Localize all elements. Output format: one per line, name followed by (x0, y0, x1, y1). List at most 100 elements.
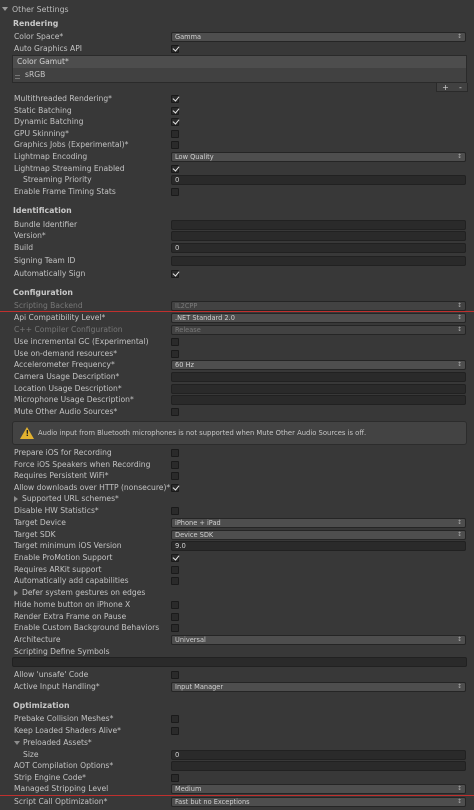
lightmap-encoding-dropdown[interactable]: Low Quality (171, 152, 466, 162)
streaming-priority-field[interactable]: 0 (171, 175, 466, 185)
drag-handle-icon[interactable] (15, 75, 20, 79)
extra-frame-row: Render Extra Frame on Pause (0, 611, 474, 623)
define-symbols-label: Scripting Define Symbols (14, 647, 110, 656)
allow-unsafe-checkbox[interactable] (171, 670, 179, 679)
mute-audio-row: Mute Other Audio Sources* (0, 406, 474, 418)
color-space-label: Color Space* (14, 32, 64, 41)
location-usage-field[interactable] (171, 384, 466, 394)
url-schemes-row[interactable]: Supported URL schemes* (0, 493, 474, 505)
dynamic-batching-label: Dynamic Batching (14, 117, 84, 126)
color-space-dropdown[interactable]: Gamma (171, 32, 466, 42)
frame-timing-checkbox[interactable] (171, 187, 179, 196)
mute-audio-checkbox[interactable] (171, 407, 179, 416)
aot-options-label: AOT Compilation Options* (14, 761, 114, 770)
gpu-skinning-checkbox[interactable] (171, 129, 179, 138)
api-compat-row: Api Compatibility Level* .NET Standard 2… (0, 312, 474, 324)
promotion-checkbox[interactable] (171, 553, 179, 562)
prebake-checkbox[interactable] (171, 714, 179, 723)
auto-graphics-api-checkbox[interactable] (171, 44, 179, 53)
mic-usage-label: Microphone Usage Description* (14, 395, 134, 404)
version-field[interactable] (171, 231, 466, 241)
accel-freq-row: Accelerometer Frequency* 60 Hz (0, 359, 474, 371)
incremental-gc-label: Use incremental GC (Experimental) (14, 337, 149, 346)
auto-caps-row: Automatically add capabilities (0, 575, 474, 587)
signing-team-field[interactable] (171, 256, 466, 266)
architecture-dropdown[interactable]: Universal (171, 635, 466, 645)
api-compat-dropdown[interactable]: .NET Standard 2.0 (171, 313, 466, 323)
persistent-wifi-checkbox[interactable] (171, 471, 179, 480)
disable-hw-stats-label: Disable HW Statistics* (14, 506, 99, 515)
arkit-label: Requires ARKit support (14, 565, 102, 574)
keep-shaders-label: Keep Loaded Shaders Alive* (14, 726, 121, 735)
url-schemes-foldout[interactable]: Supported URL schemes* (14, 493, 119, 505)
frame-timing-row: Enable Frame Timing Stats (0, 186, 474, 198)
warning-icon (20, 427, 34, 439)
target-device-dropdown[interactable]: iPhone + iPad (171, 518, 466, 528)
architecture-label: Architecture (14, 635, 61, 644)
gpu-skinning-label: GPU Skinning* (14, 129, 69, 138)
dynamic-batching-checkbox[interactable] (171, 117, 179, 126)
camera-usage-row: Camera Usage Description* (0, 371, 474, 383)
on-demand-row: Use on-demand resources* (0, 348, 474, 360)
strip-engine-checkbox[interactable] (171, 773, 179, 782)
static-batching-row: Static Batching (0, 105, 474, 117)
arkit-checkbox[interactable] (171, 565, 179, 574)
strip-engine-label: Strip Engine Code* (14, 773, 86, 782)
accel-freq-label: Accelerometer Frequency* (14, 360, 115, 369)
auto-caps-checkbox[interactable] (171, 576, 179, 585)
accel-freq-dropdown[interactable]: 60 Hz (171, 360, 466, 370)
defer-gestures-label: Defer system gestures on edges (22, 588, 146, 597)
on-demand-checkbox[interactable] (171, 349, 179, 358)
scripting-backend-row: Scripting Backend IL2CPP (0, 300, 474, 312)
extra-frame-checkbox[interactable] (171, 612, 179, 621)
multithreaded-label: Multithreaded Rendering* (14, 94, 112, 103)
keep-shaders-checkbox[interactable] (171, 726, 179, 735)
color-gamut-item[interactable]: sRGB (13, 68, 466, 82)
audio-warning-box: Audio input from Bluetooth microphones i… (12, 421, 467, 445)
signing-team-label: Signing Team ID (14, 256, 76, 265)
input-handling-dropdown[interactable]: Input Manager (171, 682, 466, 692)
graphics-jobs-checkbox[interactable] (171, 140, 179, 149)
static-batching-checkbox[interactable] (171, 106, 179, 115)
color-space-row: Color Space* Gamma (0, 31, 474, 43)
target-sdk-dropdown[interactable]: Device SDK (171, 530, 466, 540)
script-call-opt-dropdown[interactable]: Fast but no Exceptions (171, 797, 466, 807)
managed-stripping-dropdown[interactable]: Medium (171, 784, 466, 794)
force-speakers-row: Force iOS Speakers when Recording (0, 459, 474, 471)
incremental-gc-checkbox[interactable] (171, 337, 179, 346)
mic-usage-field[interactable] (171, 395, 466, 405)
rendering-header: Rendering (13, 19, 59, 28)
remove-button[interactable]: - (459, 83, 462, 92)
defer-gestures-row[interactable]: Defer system gestures on edges (0, 587, 474, 599)
lightmap-streaming-checkbox[interactable] (171, 164, 179, 173)
prepare-ios-checkbox[interactable] (171, 448, 179, 457)
disable-hw-stats-checkbox[interactable] (171, 506, 179, 515)
preloaded-assets-foldout[interactable]: Preloaded Assets* (14, 737, 92, 749)
defer-gestures-foldout[interactable]: Defer system gestures on edges (14, 587, 145, 599)
prebake-row: Prebake Collision Meshes* (0, 713, 474, 725)
hide-home-checkbox[interactable] (171, 600, 179, 609)
define-symbols-field[interactable] (12, 657, 467, 667)
preloaded-assets-row[interactable]: Preloaded Assets* (0, 737, 474, 749)
custom-bg-label: Enable Custom Background Behaviors (14, 623, 160, 632)
aot-options-field[interactable] (171, 761, 466, 771)
bundle-id-field[interactable] (171, 220, 466, 230)
force-speakers-checkbox[interactable] (171, 460, 179, 469)
custom-bg-checkbox[interactable] (171, 623, 179, 632)
target-min-ios-field[interactable]: 9.0 (171, 541, 466, 551)
extra-frame-label: Render Extra Frame on Pause (14, 612, 127, 621)
auto-sign-checkbox[interactable] (171, 269, 179, 278)
camera-usage-field[interactable] (171, 372, 466, 382)
build-row: Build 0 (0, 242, 474, 254)
size-field[interactable]: 0 (171, 750, 466, 760)
multithreaded-checkbox[interactable] (171, 94, 179, 103)
auto-sign-row: Automatically Sign (0, 268, 474, 280)
streaming-priority-label: Streaming Priority (23, 175, 92, 184)
allow-http-checkbox[interactable] (171, 483, 179, 492)
incremental-gc-row: Use incremental GC (Experimental) (0, 336, 474, 348)
other-settings-foldout[interactable]: Other Settings (2, 3, 69, 15)
disable-hw-stats-row: Disable HW Statistics* (0, 505, 474, 517)
mute-audio-label: Mute Other Audio Sources* (14, 407, 118, 416)
build-field[interactable]: 0 (171, 243, 466, 253)
add-button[interactable]: + (442, 83, 449, 92)
